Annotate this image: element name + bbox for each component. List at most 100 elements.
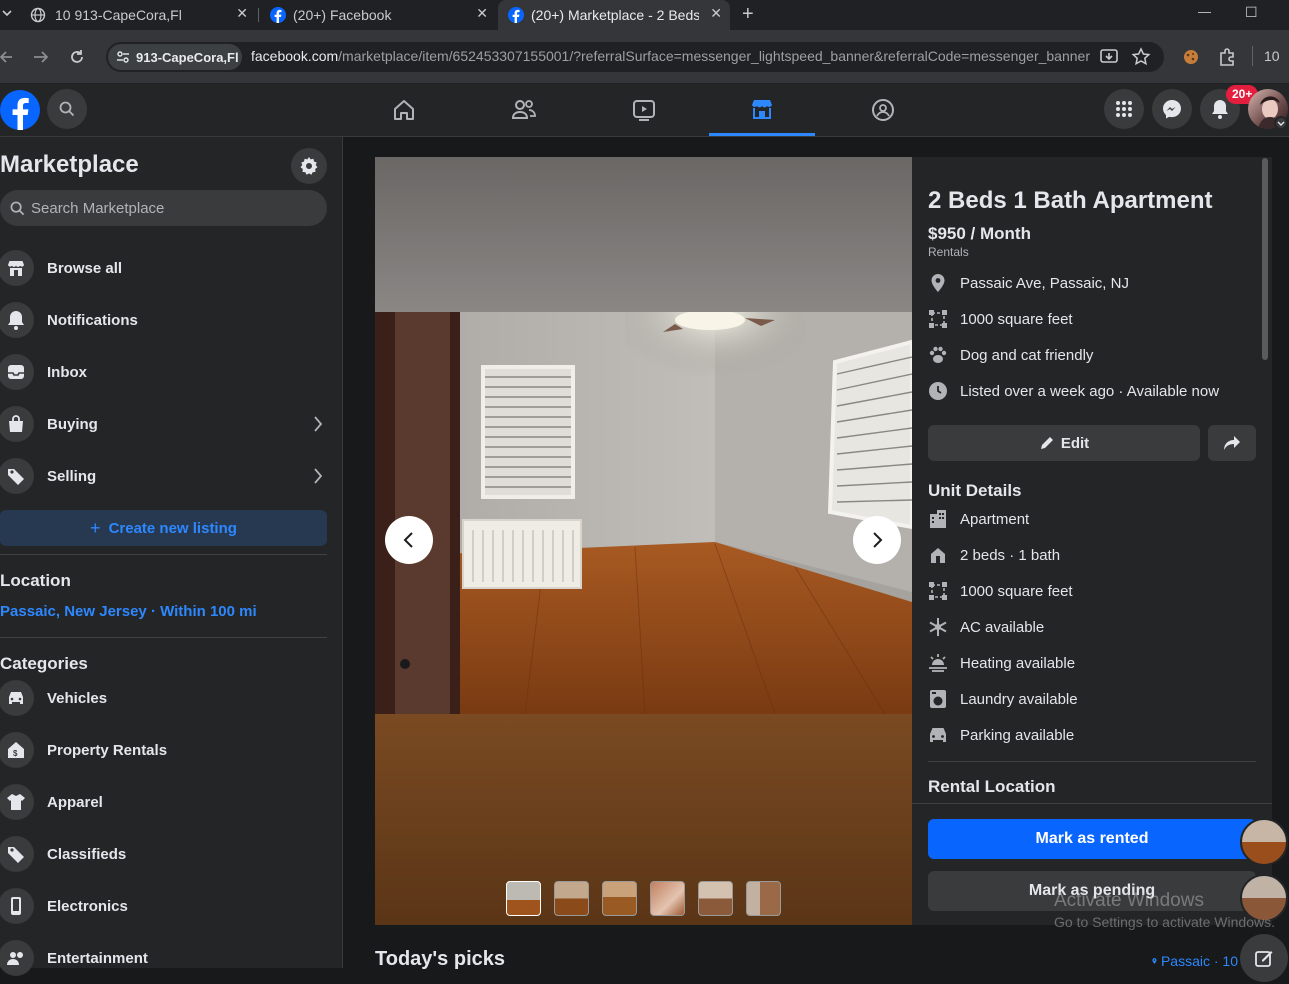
fact-square-feet: 1000 square feet: [928, 307, 1073, 331]
minimize-button[interactable]: —: [1198, 4, 1211, 19]
nav-watch[interactable]: [591, 84, 697, 136]
location-link[interactable]: Passaic, New Jersey · Within 100 mi: [0, 603, 257, 620]
close-icon[interactable]: ✕: [476, 5, 488, 22]
sidebar-item-label: Selling: [47, 467, 97, 485]
sidebar-item-label: Inbox: [47, 363, 87, 381]
next-photo-button[interactable]: [853, 516, 901, 564]
sidebar-item-browse-all[interactable]: Browse all: [0, 242, 330, 294]
tag-icon: [0, 836, 34, 872]
close-icon[interactable]: ✕: [710, 5, 722, 22]
tab-title: 10 913-CapeCora,Fl: [55, 7, 182, 23]
tab-title: (20+) Facebook: [293, 7, 392, 23]
heat-icon: [928, 653, 948, 673]
tag-icon: [0, 458, 34, 494]
sidebar-item-label: Buying: [47, 415, 98, 433]
grid-menu-icon: [1116, 101, 1132, 117]
sidebar-item-buying[interactable]: Buying: [0, 398, 330, 450]
square-footage-icon: [928, 581, 948, 601]
install-app-icon[interactable]: [1099, 47, 1119, 67]
create-listing-button[interactable]: + Create new listing: [0, 510, 327, 546]
unit-detail-apartment: Apartment: [928, 507, 1029, 531]
compose-icon: [1255, 951, 1273, 967]
chat-head-avatar[interactable]: [1240, 818, 1288, 866]
tab-title: (20+) Marketplace - 2 Beds: [531, 7, 699, 23]
marketplace-search-input[interactable]: Search Marketplace: [0, 190, 327, 226]
photo-thumbnail[interactable]: [602, 881, 637, 916]
bookmark-star-icon[interactable]: [1131, 47, 1151, 67]
unit-details-heading: Unit Details: [928, 481, 1022, 500]
fact-location: Passaic Ave, Passaic, NJ: [928, 271, 1129, 295]
search-button[interactable]: [47, 89, 87, 129]
nav-home[interactable]: [351, 84, 457, 136]
tab-facebook[interactable]: (20+) Facebook ✕: [260, 0, 496, 30]
site-info-chip[interactable]: 913-CapeCora,Fl: [108, 44, 242, 70]
extensions-puzzle-icon[interactable]: [1217, 47, 1237, 67]
category-vehicles[interactable]: Vehicles: [0, 672, 330, 724]
photo-thumbnail[interactable]: [698, 881, 733, 916]
facebook-logo-icon[interactable]: [0, 90, 40, 130]
category-label: Property Rentals: [47, 741, 168, 759]
menu-button[interactable]: [1104, 89, 1144, 129]
close-icon[interactable]: ✕: [236, 5, 248, 22]
forward-icon[interactable]: [32, 48, 50, 66]
search-icon: [59, 101, 75, 117]
fact-pets: Dog and cat friendly: [928, 343, 1093, 367]
chevron-right-icon: [873, 532, 883, 548]
unit-detail-parking: Parking available: [928, 723, 1074, 747]
bell-icon: [0, 302, 34, 338]
category-electronics[interactable]: Electronics: [0, 880, 330, 932]
home-icon: [394, 100, 414, 120]
category-apparel[interactable]: Apparel: [0, 776, 330, 828]
tab-capecora[interactable]: 10 913-CapeCora,Fl ✕: [20, 0, 256, 30]
back-icon[interactable]: [0, 48, 14, 66]
photo-thumbnail[interactable]: [746, 881, 781, 916]
photo-thumbnail[interactable]: [506, 881, 541, 916]
settings-button[interactable]: [291, 148, 327, 184]
photo-thumbnail[interactable]: [650, 881, 685, 916]
maximize-button[interactable]: ☐: [1245, 4, 1258, 21]
category-entertainment[interactable]: Entertainment: [0, 932, 330, 984]
listing-photo[interactable]: [375, 312, 912, 714]
listing-category: Rentals: [928, 245, 969, 259]
picks-location-link[interactable]: Passaic · 10: [1152, 953, 1238, 969]
browser-tab-strip: 10 913-CapeCora,Fl ✕ (20+) Facebook ✕ (2…: [0, 0, 1289, 30]
location-heading: Location: [0, 571, 71, 590]
profile-count[interactable]: 10: [1264, 48, 1280, 64]
edit-listing-button[interactable]: Edit: [928, 425, 1200, 461]
bed-icon: [928, 545, 948, 565]
nav-friends[interactable]: [471, 84, 577, 136]
reload-icon[interactable]: [68, 48, 86, 66]
messenger-button[interactable]: [1152, 89, 1192, 129]
nav-marketplace[interactable]: [709, 84, 815, 136]
category-property-rentals[interactable]: $ Property Rentals: [0, 724, 330, 776]
details-scrollbar[interactable]: [1262, 158, 1268, 360]
activate-windows-subtitle: Go to Settings to activate Windows.: [1054, 914, 1275, 930]
tab-search-icon[interactable]: [0, 6, 16, 24]
previous-photo-button[interactable]: [385, 516, 433, 564]
sidebar-item-inbox[interactable]: Inbox: [0, 346, 330, 398]
nav-groups[interactable]: [830, 84, 936, 136]
category-classifieds[interactable]: Classifieds: [0, 828, 330, 880]
new-tab-button[interactable]: +: [742, 3, 754, 26]
facebook-icon: [270, 7, 286, 23]
share-arrow-icon: [1224, 436, 1240, 450]
sidebar-item-notifications[interactable]: Notifications: [0, 294, 330, 346]
cookie-extension-icon[interactable]: [1182, 48, 1200, 66]
new-message-button[interactable]: [1240, 934, 1288, 982]
photo-thumbnail[interactable]: [554, 881, 589, 916]
activate-windows-title: Activate Windows: [1054, 890, 1204, 911]
url-text[interactable]: facebook.com/marketplace/item/6524533071…: [251, 48, 1091, 64]
sidebar-item-selling[interactable]: Selling: [0, 450, 330, 502]
paw-icon: [928, 345, 948, 365]
clock-icon: [928, 381, 948, 401]
share-button[interactable]: [1208, 425, 1256, 461]
site-info-label: 913-CapeCora,Fl: [136, 49, 239, 65]
mark-as-rented-button[interactable]: Mark as rented: [928, 819, 1256, 859]
house-icon: $: [0, 732, 34, 768]
listing-photo-gallery: [375, 157, 912, 925]
sidebar-item-label: Notifications: [47, 311, 138, 329]
messenger-icon: [1163, 100, 1181, 119]
account-chevron-icon[interactable]: [1274, 116, 1288, 130]
plus-icon: +: [90, 517, 101, 538]
tab-marketplace[interactable]: (20+) Marketplace - 2 Beds ✕: [498, 0, 730, 30]
